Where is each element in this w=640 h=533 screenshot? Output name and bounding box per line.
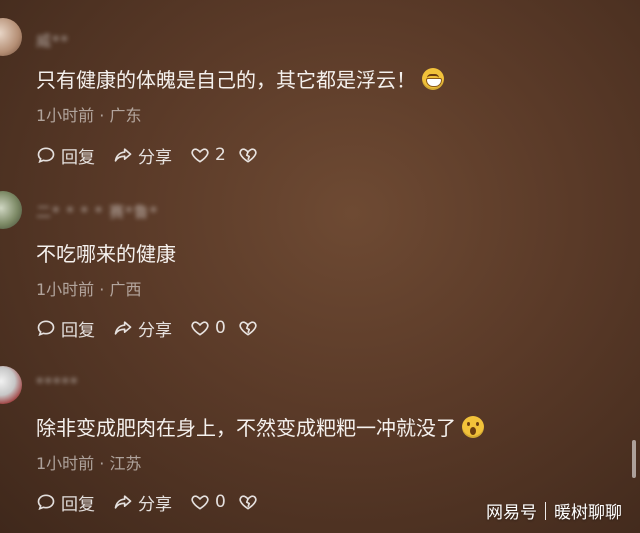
avatar[interactable]: [0, 366, 22, 404]
like-count: 0: [215, 318, 226, 338]
comment-meta: 1小时前 · 广西: [36, 276, 141, 300]
share-label: 分享: [138, 494, 172, 515]
share-button[interactable]: 分享: [113, 143, 172, 168]
reply-icon: [37, 494, 55, 511]
reply-icon: [37, 147, 55, 164]
comment-text-content: 除非变成肥肉在身上，不然变成粑粑一冲就没了: [36, 416, 456, 440]
scrollbar[interactable]: [632, 440, 636, 478]
like-button[interactable]: 0: [190, 318, 226, 338]
comment-actions: 回复 分享 0: [36, 316, 281, 341]
watermark-divider: [545, 501, 546, 520]
comment-time: 1小时前: [36, 280, 95, 299]
comment-text-content: 只有健康的体魄是自己的，其它都是浮云！: [36, 68, 416, 92]
heart-icon: [191, 495, 209, 510]
comment-actions: 回复 分享 0: [36, 490, 281, 515]
watermark-author: 暖树聊聊: [554, 503, 622, 523]
comment-username[interactable]: 威**: [36, 30, 69, 51]
watermark: 网易号 暖树聊聊: [486, 498, 622, 523]
reply-button[interactable]: 回复: [36, 316, 95, 341]
comment-meta: 1小时前 · 广东: [36, 102, 141, 126]
share-button[interactable]: 分享: [113, 316, 172, 341]
comment-text: 除非变成肥肉在身上，不然变成粑粑一冲就没了: [36, 412, 484, 441]
broken-heart-icon: [239, 321, 257, 336]
watermark-source: 网易号: [486, 503, 537, 523]
reply-label: 回复: [61, 494, 95, 515]
reply-label: 回复: [61, 320, 95, 341]
comment-text-content: 不吃哪来的健康: [36, 242, 176, 266]
reply-button[interactable]: 回复: [36, 143, 95, 168]
reply-icon: [37, 320, 55, 337]
comment-region: 广西: [109, 280, 142, 299]
fearful-face-emoji-icon: [462, 416, 484, 438]
avatar[interactable]: [0, 18, 22, 56]
reply-label: 回复: [61, 147, 95, 168]
comment-text: 只有健康的体魄是自己的，其它都是浮云！: [36, 64, 444, 93]
share-label: 分享: [138, 320, 172, 341]
share-button[interactable]: 分享: [113, 490, 172, 515]
broken-heart-icon: [239, 495, 257, 510]
broken-heart-icon: [239, 148, 257, 163]
comment-meta: 1小时前 · 江苏: [36, 450, 141, 474]
comment-username[interactable]: 二* * * * 赛*鲁*: [36, 201, 158, 222]
heart-icon: [191, 321, 209, 336]
meta-separator: ·: [99, 454, 105, 473]
reply-button[interactable]: 回复: [36, 490, 95, 515]
meta-separator: ·: [99, 106, 105, 125]
share-icon: [114, 148, 132, 162]
comment-region: 江苏: [109, 454, 142, 473]
meta-separator: ·: [99, 280, 105, 299]
like-button[interactable]: 0: [190, 492, 226, 512]
dislike-button[interactable]: [238, 318, 263, 338]
comment-actions: 回复 分享 2: [36, 143, 281, 168]
like-count: 0: [215, 492, 226, 512]
comment-time: 1小时前: [36, 454, 95, 473]
like-button[interactable]: 2: [190, 145, 226, 165]
grinning-face-emoji-icon: [422, 68, 444, 90]
share-icon: [114, 321, 132, 335]
comment-region: 广东: [109, 106, 142, 125]
dislike-button[interactable]: [238, 145, 263, 165]
like-count: 2: [215, 145, 226, 165]
avatar[interactable]: [0, 191, 22, 229]
share-label: 分享: [138, 147, 172, 168]
comment-text: 不吃哪来的健康: [36, 238, 176, 267]
heart-icon: [191, 148, 209, 163]
share-icon: [114, 495, 132, 509]
dislike-button[interactable]: [238, 492, 263, 512]
comment-time: 1小时前: [36, 106, 95, 125]
comment-username[interactable]: *****: [36, 374, 79, 392]
